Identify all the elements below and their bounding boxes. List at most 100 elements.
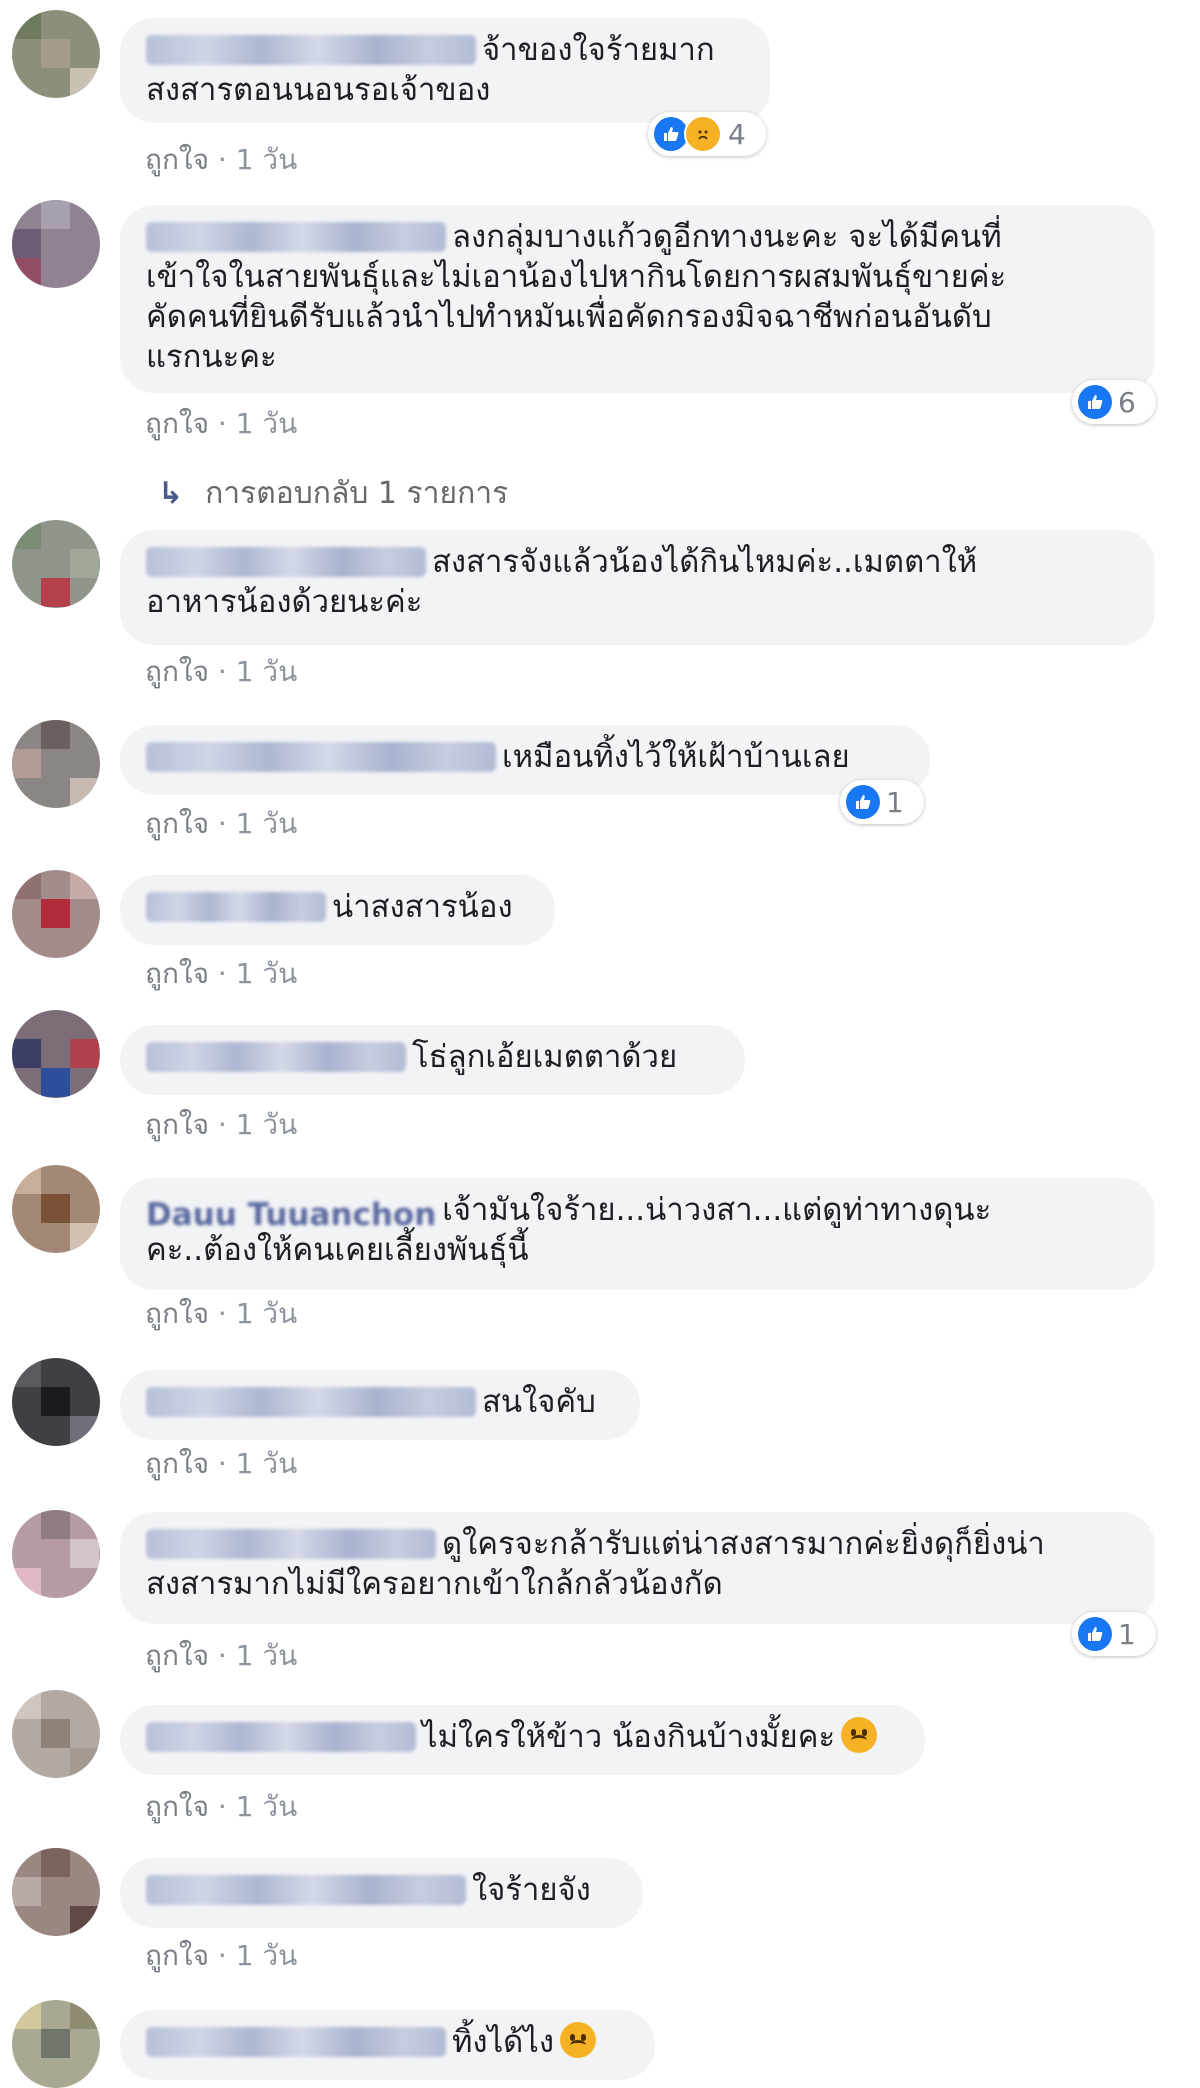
comment-bubble: ทิ้งได้ไง [120,2010,655,2080]
meta-separator: · [217,143,227,176]
comment-bubble: ไม่ใครให้ข้าว น้องกินบ้างมั้ยคะ [120,1705,925,1775]
comment-meta: ถูกใจ · 1 วัน [145,138,297,182]
comment-text: ทิ้งได้ไง [452,2024,555,2060]
meta-separator: · [217,1939,227,1972]
commenter-name[interactable] [146,1722,416,1752]
reaction-summary[interactable]: 1 [840,780,924,824]
avatar[interactable] [12,870,100,958]
like-link[interactable]: ถูกใจ [145,1939,209,1972]
like-icon [654,117,688,151]
comment-time[interactable]: 1 วัน [236,1108,298,1141]
comment-time[interactable]: 1 วัน [236,1447,298,1480]
meta-separator: · [217,1297,227,1330]
like-icon [1078,1617,1112,1651]
meta-separator: · [217,407,227,440]
like-icon [1078,385,1112,419]
like-link[interactable]: ถูกใจ [145,1447,209,1480]
like-link[interactable]: ถูกใจ [145,1790,209,1823]
avatar[interactable] [12,1010,100,1098]
comment-bubble: ลงกลุ่มบางแก้วดูอีกทางนะคะ จะได้มีคนที่ … [120,205,1155,393]
like-link[interactable]: ถูกใจ [145,807,209,840]
comment-bubble: สนใจคับ [120,1370,640,1440]
comment-time[interactable]: 1 วัน [236,1297,298,1330]
avatar[interactable] [12,520,100,608]
like-link[interactable]: ถูกใจ [145,957,209,990]
comment-text: น่าสงสารน้อง [332,889,513,925]
reaction-count: 1 [1118,1617,1136,1651]
reaction-summary[interactable]: 1 [1072,1612,1156,1656]
comment-time[interactable]: 1 วัน [236,655,298,688]
comment-meta: ถูกใจ · 1 วัน [145,1442,297,1486]
like-link[interactable]: ถูกใจ [145,407,209,440]
comment-bubble: จ้าของใจร้ายมาก สงสารตอนนอนรอเจ้าของ [120,18,770,123]
meta-separator: · [217,1447,227,1480]
meta-separator: · [217,1790,227,1823]
avatar[interactable] [12,720,100,808]
reply-arrow-icon: ↳ [158,476,184,511]
comment-meta: ถูกใจ · 1 วัน [145,952,297,996]
avatar[interactable] [12,10,100,98]
avatar[interactable] [12,1690,100,1778]
sad-face-emoji [560,2022,597,2058]
comment-text: สนใจคับ [482,1384,596,1420]
comment-bubble: โธ่ลูกเอ้ยเมตตาด้วย [120,1025,745,1095]
comment-time[interactable]: 1 วัน [236,143,298,176]
meta-separator: · [217,1108,227,1141]
commenter-name[interactable] [146,1387,476,1417]
sad-icon [684,115,722,153]
avatar[interactable] [12,1510,100,1598]
avatar[interactable] [12,1165,100,1253]
commenter-name[interactable] [146,892,326,922]
reaction-count: 6 [1118,385,1136,419]
commenter-name[interactable] [146,1529,436,1559]
commenter-name[interactable] [146,1875,466,1905]
comment-bubble: น่าสงสารน้อง [120,875,555,945]
avatar[interactable] [12,2000,100,2088]
comment-meta: ถูกใจ · 1 วัน [145,1634,297,1678]
comment-meta: ถูกใจ · 1 วัน [145,802,297,846]
comment-time[interactable]: 1 วัน [236,1639,298,1672]
comment-time[interactable]: 1 วัน [236,1790,298,1823]
like-link[interactable]: ถูกใจ [145,1297,209,1330]
avatar[interactable] [12,1358,100,1446]
comment-bubble: เหมือนทิ้งไว้ให้เฝ้าบ้านเลย [120,725,930,795]
commenter-name[interactable] [146,742,496,772]
comment-time[interactable]: 1 วัน [236,957,298,990]
like-link[interactable]: ถูกใจ [145,1639,209,1672]
comment-meta: ถูกใจ · 1 วัน [145,1785,297,1829]
comment-meta: ถูกใจ · 1 วัน [145,1103,297,1147]
commenter-name[interactable] [146,222,446,252]
commenter-name[interactable] [146,2027,446,2057]
reaction-summary[interactable]: 6 [1072,380,1156,424]
meta-separator: · [217,655,227,688]
comment-bubble: ใจร้ายจัง [120,1858,643,1928]
like-icon [846,785,880,819]
comment-bubble: สงสารจังแล้วน้องได้กินไหมค่ะ..เมตตาให้ อ… [120,530,1155,645]
reaction-count: 4 [728,117,746,151]
comment-meta: ถูกใจ · 1 วัน [145,402,297,446]
comment-time[interactable]: 1 วัน [236,1939,298,1972]
comment-time[interactable]: 1 วัน [236,407,298,440]
meta-separator: · [217,1639,227,1672]
view-replies-link[interactable]: ↳ การตอบกลับ 1 รายการ [158,470,508,517]
comment-text: ไม่ใครให้ข้าว น้องกินบ้างมั้ยคะ [422,1719,836,1755]
comment-text: โธ่ลูกเอ้ยเมตตาด้วย [412,1039,678,1075]
reaction-summary[interactable]: 4 [648,112,766,156]
sad-face-emoji [841,1717,878,1753]
comment-bubble: Dauu Tuuanchon เจ้ามันใจร้าย...น่าวงสา...… [120,1178,1155,1290]
commenter-name[interactable] [146,1042,406,1072]
comment-meta: ถูกใจ · 1 วัน [145,1934,297,1978]
like-link[interactable]: ถูกใจ [145,655,209,688]
replies-label: การตอบกลับ 1 รายการ [205,476,509,511]
comment-text: ใจร้ายจัง [472,1872,591,1908]
comment-meta: ถูกใจ · 1 วัน [145,650,297,694]
avatar[interactable] [12,200,100,288]
comment-time[interactable]: 1 วัน [236,807,298,840]
avatar[interactable] [12,1848,100,1936]
like-link[interactable]: ถูกใจ [145,143,209,176]
commenter-name[interactable] [146,547,426,577]
like-link[interactable]: ถูกใจ [145,1108,209,1141]
commenter-name[interactable] [146,35,476,65]
meta-separator: · [217,807,227,840]
commenter-name[interactable]: Dauu Tuuanchon [146,1195,436,1233]
